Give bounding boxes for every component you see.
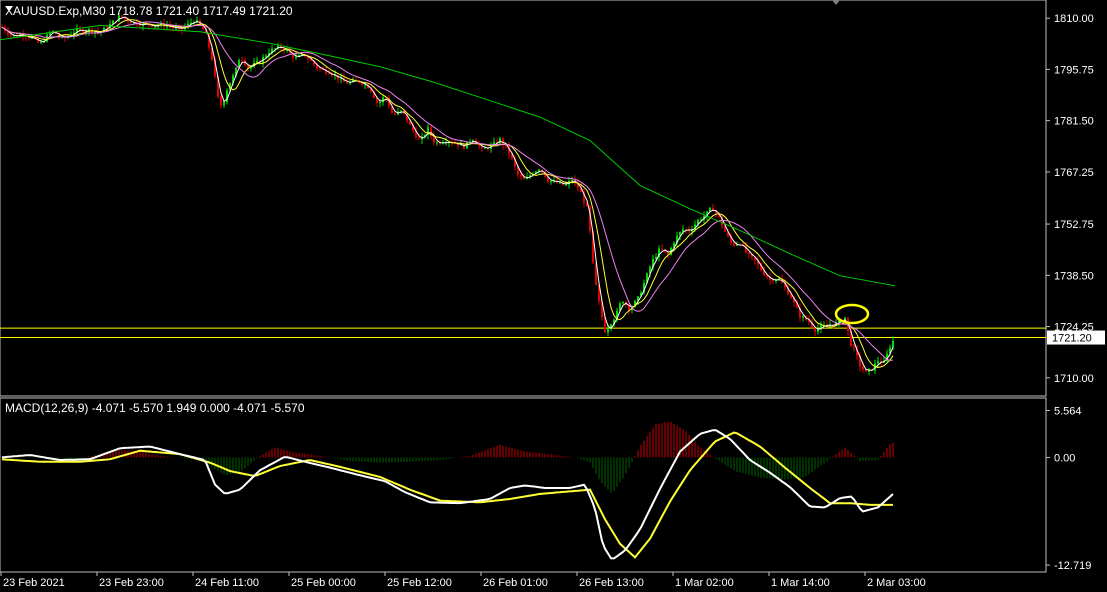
candle-body: [709, 207, 711, 212]
chart-background: [0, 0, 1107, 592]
candle-body: [607, 328, 609, 333]
current-price-label: 1721.20: [1047, 330, 1105, 345]
candle-body: [382, 97, 384, 103]
price-label-text: 1721.20: [1052, 333, 1092, 345]
time-tick-label: 26 Feb 13:00: [579, 577, 644, 589]
candle-body: [139, 24, 141, 26]
macd-tick-label: -12.719: [1054, 560, 1091, 572]
candle-body: [418, 137, 420, 140]
price-tick-label: 1781.50: [1054, 116, 1094, 128]
candle-body: [346, 81, 348, 84]
candle-body: [520, 174, 522, 177]
time-tick-label: 2 Mar 03:00: [867, 577, 926, 589]
time-tick-label: 25 Feb 12:00: [387, 577, 452, 589]
time-tick-label: 23 Feb 2021: [3, 577, 65, 589]
candle-body: [40, 41, 42, 43]
time-tick-label: 25 Feb 00:00: [291, 577, 356, 589]
candle-body: [571, 179, 573, 181]
candle-body: [265, 55, 267, 57]
macd-tick-label: 0.00: [1054, 453, 1075, 465]
candle-body: [853, 345, 855, 348]
candle-body: [223, 101, 225, 106]
candle-body: [295, 56, 297, 58]
candle-body: [400, 110, 402, 112]
candle-body: [31, 37, 33, 39]
price-tick-label: 1752.75: [1054, 219, 1094, 231]
candle-body: [862, 366, 864, 370]
candle-body: [733, 242, 735, 246]
time-tick-label: 1 Mar 14:00: [771, 577, 830, 589]
price-tick-label: 1767.25: [1054, 167, 1094, 179]
price-tick-label: 1810.00: [1054, 13, 1094, 25]
candle-body: [550, 180, 552, 182]
candle-body: [802, 316, 804, 318]
symbol-header: XAUUSD.Exp,M30 1718.78 1721.40 1717.49 1…: [5, 4, 293, 18]
time-tick-label: 23 Feb 23:00: [99, 577, 164, 589]
candle-body: [748, 252, 750, 254]
price-tick-label: 1738.50: [1054, 270, 1094, 282]
price-tick-label: 1710.00: [1054, 373, 1094, 385]
candle-body: [328, 73, 330, 75]
macd-header: MACD(12,26,9) -4.071 -5.570 1.949 0.000 …: [5, 401, 305, 415]
candle-body: [79, 28, 81, 30]
candle-body: [319, 68, 321, 70]
candle-body: [241, 60, 243, 62]
macd-tick-label: 5.564: [1054, 405, 1082, 417]
candle-body: [436, 142, 438, 144]
price-tick-label: 1795.75: [1054, 64, 1094, 76]
time-tick-label: 24 Feb 11:00: [195, 577, 259, 589]
candle-body: [661, 248, 663, 250]
time-tick-label: 1 Mar 02:00: [675, 577, 734, 589]
candle-body: [892, 340, 894, 348]
candle-body: [622, 301, 624, 304]
candle-body: [877, 361, 879, 364]
trading-chart[interactable]: XAUUSD.Exp,M30 1718.78 1721.40 1717.49 1…: [0, 0, 1107, 592]
candle-body: [379, 102, 381, 104]
candle-body: [220, 96, 222, 106]
time-tick-label: 26 Feb 01:00: [483, 577, 548, 589]
candle-body: [394, 112, 396, 115]
